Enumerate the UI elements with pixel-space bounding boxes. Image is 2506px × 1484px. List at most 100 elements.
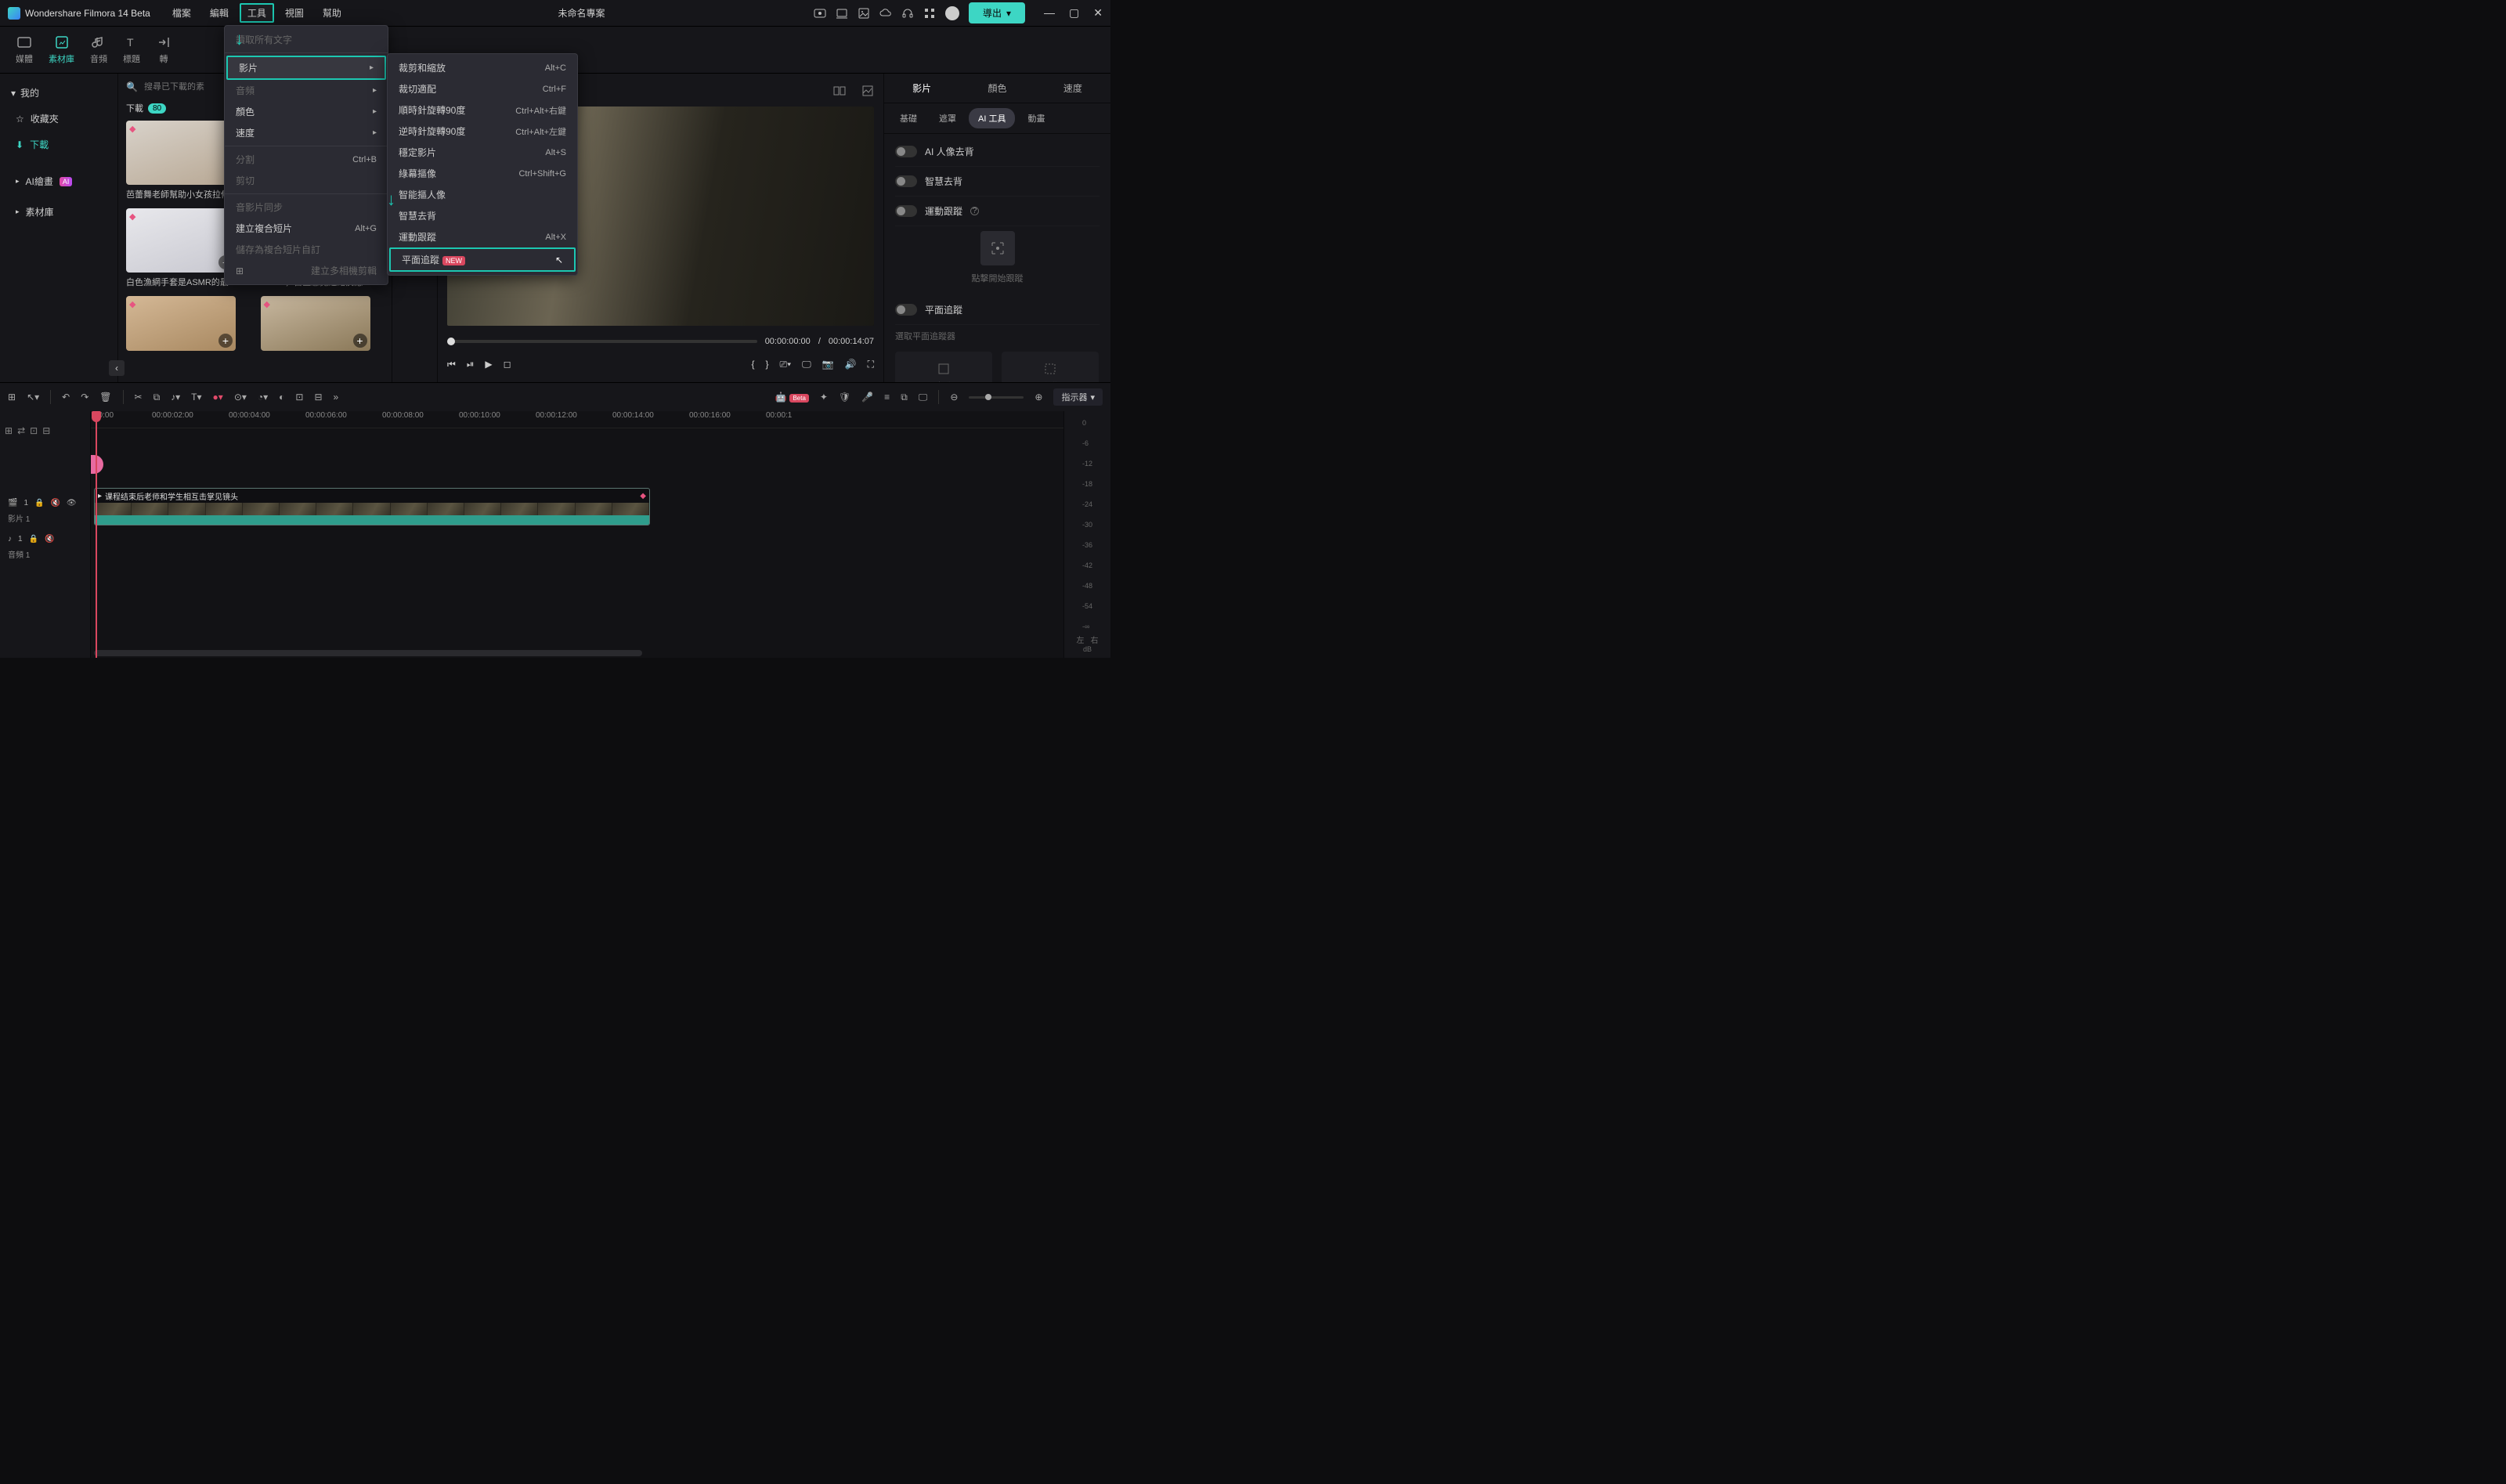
ribbon-media[interactable]: 媒體 [16,34,33,65]
headphones-icon[interactable] [901,7,914,20]
image-icon[interactable] [858,7,870,20]
mode-manual-button[interactable]: 進階 [1002,352,1099,382]
dd-speed[interactable]: 速度▸ [225,122,388,143]
nav-back-button[interactable]: ‹ [109,360,125,376]
sidebar-item-downloads[interactable]: ⬇ 下載 [0,132,117,157]
track-add-icon[interactable]: ⊞ [5,425,13,436]
mark-out-icon[interactable]: } [765,359,768,370]
layers-icon[interactable]: ⊞ [8,392,16,403]
dd-crop-fit[interactable]: 裁切適配Ctrl+F [388,78,577,99]
overflow-icon[interactable]: » [334,392,339,403]
redo-icon[interactable]: ↷ [81,392,88,403]
detect-icon[interactable]: ⊡ [295,392,303,403]
subtab-animation[interactable]: 動畫 [1018,108,1054,128]
text-icon[interactable]: T▾ [191,392,201,403]
monitor-icon[interactable]: 🖵 [802,359,811,370]
lock-icon[interactable]: 🔒 [34,499,44,507]
dd-multicam[interactable]: ⊞建立多相機剪輯 [225,260,388,281]
ribbon-transitions[interactable]: 轉 [156,34,172,65]
scrubber-handle[interactable] [447,338,455,345]
media-thumb[interactable]: ◆+ [126,296,250,351]
export-button[interactable]: 導出 ▾ [969,2,1025,23]
subtab-ai-tools[interactable]: AI 工具 [969,108,1015,128]
menu-tools[interactable]: 工具 [240,3,274,23]
dd-smart-cutout[interactable]: 智慧去背 [388,205,577,226]
mode-auto-button[interactable]: 自動 [895,352,992,382]
menu-help[interactable]: 幫助 [315,3,349,23]
picture-icon[interactable] [861,85,874,97]
timeline-ruler[interactable]: 00:00 00:00:02:00 00:00:04:00 00:00:06:0… [91,411,1063,428]
toggle-smart-cutout[interactable] [895,175,917,187]
record-dot-icon[interactable]: ●▾ [213,392,223,403]
ratio-icon[interactable]: ⎚▾ [779,359,791,370]
stop-icon[interactable]: ◻ [504,359,511,370]
tab-color[interactable]: 顏色 [959,74,1035,103]
cut-icon[interactable]: ✂ [135,392,143,403]
video-clip[interactable]: ▸ 课程结束后老师和学生相互击掌见镜头 ◆ [94,488,650,525]
ribbon-titles[interactable]: T 標題 [123,34,140,65]
subtab-mask[interactable]: 遮罩 [930,108,966,128]
monitor2-icon[interactable]: 🖵 [919,392,928,403]
minimize-icon[interactable]: — [1044,6,1055,20]
mark-in-icon[interactable]: { [751,359,754,370]
subtab-basic[interactable]: 基礎 [890,108,926,128]
zoom-in-icon[interactable]: ⊕ [1035,392,1042,403]
sparkle-icon[interactable]: ✦ [820,392,828,403]
sidebar-item-ai-art[interactable]: ▸ AI繪畫 AI [0,168,117,194]
dd-color[interactable]: 顏色▸ [225,101,388,122]
tab-speed[interactable]: 速度 [1035,74,1110,103]
playhead[interactable] [96,411,97,658]
crop-icon[interactable]: ⧉ [153,392,161,403]
timeline-scrollbar[interactable] [94,650,642,656]
dd-rotate-ccw[interactable]: 逆時針旋轉90度Ctrl+Alt+左鍵 [388,121,577,142]
dd-save-compound[interactable]: 儲存為複合短片自訂 [225,239,388,260]
toggle-planar-track[interactable] [895,304,917,316]
undo-icon[interactable]: ↶ [62,392,70,403]
dd-compound[interactable]: 建立複合短片Alt+G [225,218,388,239]
play-icon[interactable]: ▶ [485,359,492,370]
tracks-area[interactable]: 00:00 00:00:02:00 00:00:04:00 00:00:06:0… [91,411,1063,658]
toggle-motion-track[interactable] [895,205,917,217]
sidebar-header[interactable]: ▾ 我的 [0,80,117,106]
indicator-select[interactable]: 指示器▾ [1053,388,1103,406]
toggle-ai-portrait[interactable] [895,146,917,157]
play-pause-icon[interactable]: ⏯ [467,359,475,370]
tab-video[interactable]: 影片 [884,74,959,103]
dd-read-text[interactable]: 讀取所有文字 [225,29,388,50]
ribbon-audio[interactable]: 音頻 [90,34,107,65]
ai-bot-icon[interactable]: 🤖Beta [775,392,809,403]
add-icon[interactable]: + [218,334,233,348]
dd-chroma-key[interactable]: 綠幕摳像Ctrl+Shift+G [388,163,577,184]
dd-rotate-cw[interactable]: 順時針旋轉90度Ctrl+Alt+右鍵 [388,99,577,121]
device-icon[interactable] [836,7,848,20]
avatar-icon[interactable] [945,6,959,20]
mute-icon[interactable]: 🔇 [50,499,60,507]
close-icon[interactable]: ✕ [1093,6,1103,20]
cloud-icon[interactable] [879,7,892,20]
zoom-slider[interactable] [969,396,1024,399]
media-thumb[interactable]: ◆+ [261,296,385,351]
dd-stabilize[interactable]: 穩定影片Alt+S [388,142,577,163]
apps-icon[interactable] [923,7,936,20]
maximize-icon[interactable]: ▢ [1069,6,1079,20]
record-icon[interactable] [814,7,826,20]
sidebar-item-stock[interactable]: ▸ 素材庫 [0,199,117,225]
volume-icon[interactable]: 🔊 [845,359,857,370]
music-icon[interactable]: ♪▾ [171,392,180,403]
add-icon[interactable]: + [353,334,367,348]
dd-motion-track[interactable]: 運動跟蹤Alt+X [388,226,577,247]
menu-edit[interactable]: 編輯 [202,3,237,23]
info-icon[interactable]: ? [970,207,979,215]
sidebar-item-favorites[interactable]: ☆ 收藏夾 [0,106,117,132]
dd-planar-track[interactable]: 平面追蹤NEW↖ [389,247,576,272]
speed-icon[interactable]: ⊙▾ [234,392,247,403]
subtitle-icon[interactable]: ≡ [884,392,890,403]
time-icon[interactable]: ◔▾ [258,392,268,403]
fullscreen-icon[interactable]: ⛶ [868,359,874,370]
menu-view[interactable]: 視圖 [277,3,312,23]
dd-audio[interactable]: 音頻▸ [225,80,388,101]
menu-file[interactable]: 檔案 [164,3,199,23]
prev-frame-icon[interactable]: ⏮ [447,359,456,370]
scrubber[interactable] [447,340,757,343]
snapshot-icon[interactable]: 📷 [822,359,834,370]
